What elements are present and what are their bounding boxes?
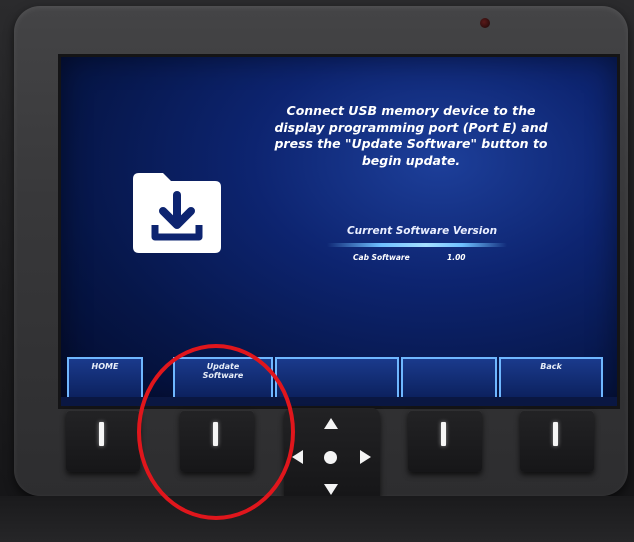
softkey-blank-4 — [401, 357, 497, 401]
display-screen: Connect USB memory device to the display… — [58, 54, 620, 409]
softkey-button-5[interactable] — [520, 410, 594, 472]
softkey-button-1[interactable] — [66, 410, 140, 472]
display-photo: Connect USB memory device to the display… — [0, 0, 634, 542]
softkey-back-label: Back — [540, 362, 562, 371]
button-indicator-icon — [553, 422, 558, 446]
arrow-right-icon[interactable] — [360, 450, 371, 464]
select-center-icon[interactable] — [324, 451, 337, 464]
softkey-home[interactable]: HOME — [67, 357, 143, 401]
arrow-down-icon[interactable] — [324, 484, 338, 495]
arrow-up-icon[interactable] — [324, 418, 338, 429]
softkey-back[interactable]: Back — [499, 357, 603, 401]
version-item-value: 1.00 — [447, 253, 466, 262]
softkey-blank-3 — [275, 357, 399, 401]
light-sensor — [480, 18, 490, 28]
version-item-name: Cab Software — [353, 253, 410, 262]
instruction-message: Connect USB memory device to the display… — [274, 103, 548, 168]
softkey-home-label: HOME — [91, 362, 119, 371]
folder-download-icon — [133, 173, 221, 253]
version-divider — [327, 243, 507, 247]
button-indicator-icon — [99, 422, 104, 446]
version-heading: Current Software Version — [346, 225, 498, 237]
arrow-left-icon[interactable] — [292, 450, 303, 464]
highlight-circle-annotation — [137, 344, 295, 520]
softkey-button-4[interactable] — [408, 410, 482, 472]
button-indicator-icon — [441, 422, 446, 446]
directional-pad[interactable] — [284, 408, 380, 504]
background-floor — [0, 496, 634, 542]
